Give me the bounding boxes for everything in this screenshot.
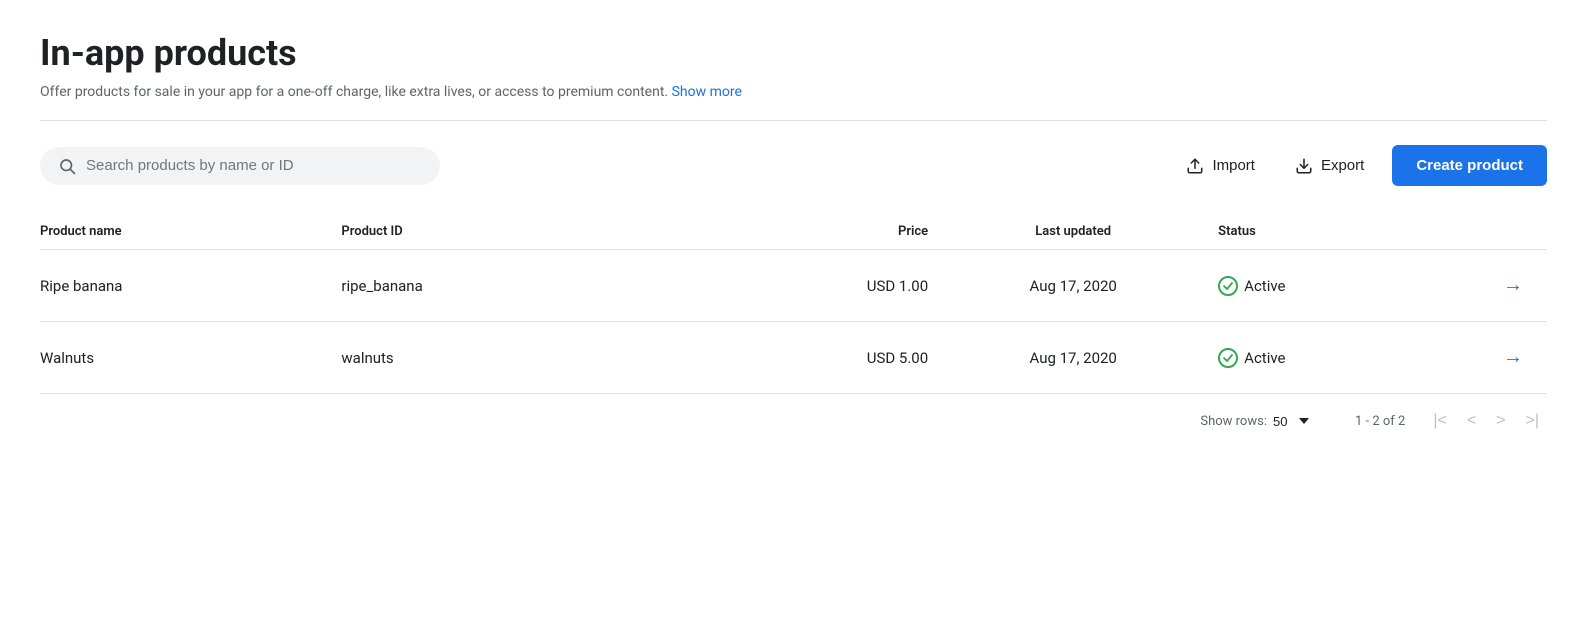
show-more-link[interactable]: Show more xyxy=(672,84,742,100)
cell-status: Active xyxy=(1218,250,1465,322)
col-header-updated: Last updated xyxy=(944,214,1218,250)
search-icon xyxy=(58,157,76,175)
prev-page-button[interactable]: < xyxy=(1459,408,1484,434)
create-product-button[interactable]: Create product xyxy=(1392,145,1547,186)
show-rows-control: Show rows: 102550100 xyxy=(1200,414,1311,429)
divider xyxy=(40,120,1547,121)
import-button[interactable]: Import xyxy=(1174,149,1267,183)
export-button[interactable]: Export xyxy=(1283,149,1376,183)
search-box xyxy=(40,147,440,185)
toolbar: Import Export Create product xyxy=(40,145,1547,186)
cell-status: Active xyxy=(1218,322,1465,394)
cell-price: USD 1.00 xyxy=(698,250,945,322)
row-arrow-button[interactable]: → xyxy=(1495,270,1531,301)
cell-arrow[interactable]: → xyxy=(1465,250,1547,322)
row-arrow-button[interactable]: → xyxy=(1495,342,1531,373)
cell-name: Ripe banana xyxy=(40,250,341,322)
search-input[interactable] xyxy=(86,157,422,174)
page-info: 1 - 2 of 2 xyxy=(1355,414,1405,429)
next-page-button[interactable]: > xyxy=(1488,408,1513,434)
pagination-bar: Show rows: 102550100 1 - 2 of 2 |< < > >… xyxy=(40,394,1547,434)
page-title: In-app products xyxy=(40,32,1547,74)
col-header-status: Status xyxy=(1218,214,1465,250)
page-subtitle: Offer products for sale in your app for … xyxy=(40,84,1547,100)
rows-per-page-select[interactable]: 102550100 xyxy=(1273,414,1311,429)
cell-id: ripe_banana xyxy=(341,250,697,322)
col-header-name: Product name xyxy=(40,214,341,250)
table-row: Walnuts walnuts USD 5.00 Aug 17, 2020 Ac… xyxy=(40,322,1547,394)
cell-name: Walnuts xyxy=(40,322,341,394)
show-rows-label: Show rows: xyxy=(1200,414,1267,429)
upload-icon xyxy=(1186,157,1204,175)
status-active-icon xyxy=(1218,348,1238,368)
col-header-arrow xyxy=(1465,214,1547,250)
table-row: Ripe banana ripe_banana USD 1.00 Aug 17,… xyxy=(40,250,1547,322)
col-header-price: Price xyxy=(698,214,945,250)
table-header-row: Product name Product ID Price Last updat… xyxy=(40,214,1547,250)
col-header-id: Product ID xyxy=(341,214,697,250)
products-table: Product name Product ID Price Last updat… xyxy=(40,214,1547,394)
cell-updated: Aug 17, 2020 xyxy=(944,322,1218,394)
first-page-button[interactable]: |< xyxy=(1425,408,1455,434)
cell-updated: Aug 17, 2020 xyxy=(944,250,1218,322)
status-label: Active xyxy=(1244,349,1285,367)
cell-arrow[interactable]: → xyxy=(1465,322,1547,394)
status-active-icon xyxy=(1218,276,1238,296)
last-page-button[interactable]: >| xyxy=(1518,408,1548,434)
cell-price: USD 5.00 xyxy=(698,322,945,394)
download-icon xyxy=(1295,157,1313,175)
status-label: Active xyxy=(1244,277,1285,295)
cell-id: walnuts xyxy=(341,322,697,394)
